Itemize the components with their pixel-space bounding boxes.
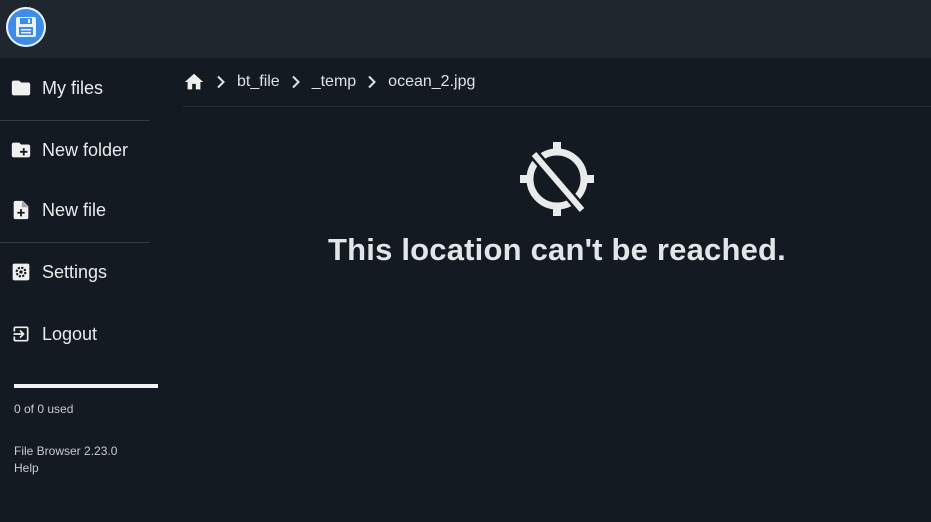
breadcrumb-divider [183, 106, 931, 107]
logout-icon [10, 323, 32, 345]
sidebar-item-label: Logout [42, 323, 98, 344]
help-link[interactable]: Help [14, 461, 39, 475]
sidebar-item-label: My files [42, 77, 104, 98]
settings-icon [10, 261, 32, 283]
sidebar-divider [0, 242, 150, 243]
sidebar-item-label: New folder [42, 139, 129, 160]
breadcrumb: bt_file _temp ocean_2.jpg [183, 68, 475, 96]
note-add-icon [10, 199, 32, 221]
floppy-disk-icon [16, 17, 36, 37]
folder-icon [10, 77, 32, 99]
breadcrumb-item[interactable]: ocean_2.jpg [388, 73, 475, 91]
sidebar-item-logout[interactable]: Logout [0, 314, 150, 354]
sidebar-item-settings[interactable]: Settings [0, 252, 150, 292]
chevron-right-icon [290, 75, 302, 89]
breadcrumb-item[interactable]: _temp [312, 73, 356, 91]
chevron-right-icon [215, 75, 227, 89]
gps-off-icon [518, 140, 596, 218]
sidebar-divider [0, 120, 150, 121]
sidebar: My files New folder New file Settings Lo… [0, 58, 160, 522]
chevron-right-icon [366, 75, 378, 89]
error-message: This location can't be reached. [327, 232, 787, 267]
home-icon[interactable] [183, 71, 205, 93]
sidebar-item-new-file[interactable]: New file [0, 190, 150, 230]
sidebar-item-new-folder[interactable]: New folder [0, 130, 150, 170]
top-bar [0, 0, 931, 58]
usage-progress-bar [14, 384, 158, 388]
create-new-folder-icon [10, 139, 32, 161]
version-text: File Browser 2.23.0 [14, 444, 118, 458]
usage-text: 0 of 0 used [14, 402, 74, 416]
sidebar-item-label: Settings [42, 261, 108, 282]
app-logo[interactable] [6, 7, 46, 47]
sidebar-item-label: New file [42, 199, 107, 220]
breadcrumb-item[interactable]: bt_file [237, 73, 280, 91]
sidebar-item-my-files[interactable]: My files [0, 68, 150, 108]
